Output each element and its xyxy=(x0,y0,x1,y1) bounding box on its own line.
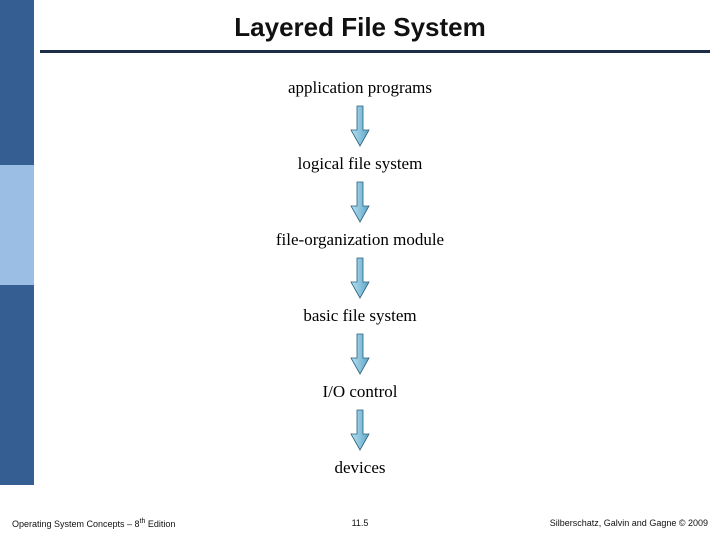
down-arrow-icon xyxy=(349,104,371,148)
slide-title: Layered File System xyxy=(0,12,720,43)
down-arrow-icon xyxy=(349,408,371,452)
footer-right: Silberschatz, Galvin and Gagne © 2009 xyxy=(550,518,708,528)
footer-center: 11.5 xyxy=(352,518,369,528)
layer-devices: devices xyxy=(335,458,386,478)
layer-application-programs: application programs xyxy=(288,78,432,98)
footer-left-suffix: Edition xyxy=(145,519,175,529)
slide: Layered File System application programs… xyxy=(0,0,720,540)
layered-diagram: application programs logical file system… xyxy=(0,78,720,480)
layer-i-o-control: I/O control xyxy=(322,382,397,402)
down-arrow-icon xyxy=(349,256,371,300)
layer-basic-file-system: basic file system xyxy=(303,306,416,326)
footer: Operating System Concepts – 8th Edition … xyxy=(0,514,720,532)
title-rule xyxy=(40,50,710,53)
footer-left-prefix: Operating System Concepts – 8 xyxy=(12,519,140,529)
footer-left: Operating System Concepts – 8th Edition xyxy=(12,518,175,529)
down-arrow-icon xyxy=(349,332,371,376)
layer-file-organization-module: file-organization module xyxy=(276,230,444,250)
layer-logical-file-system: logical file system xyxy=(298,154,423,174)
down-arrow-icon xyxy=(349,180,371,224)
